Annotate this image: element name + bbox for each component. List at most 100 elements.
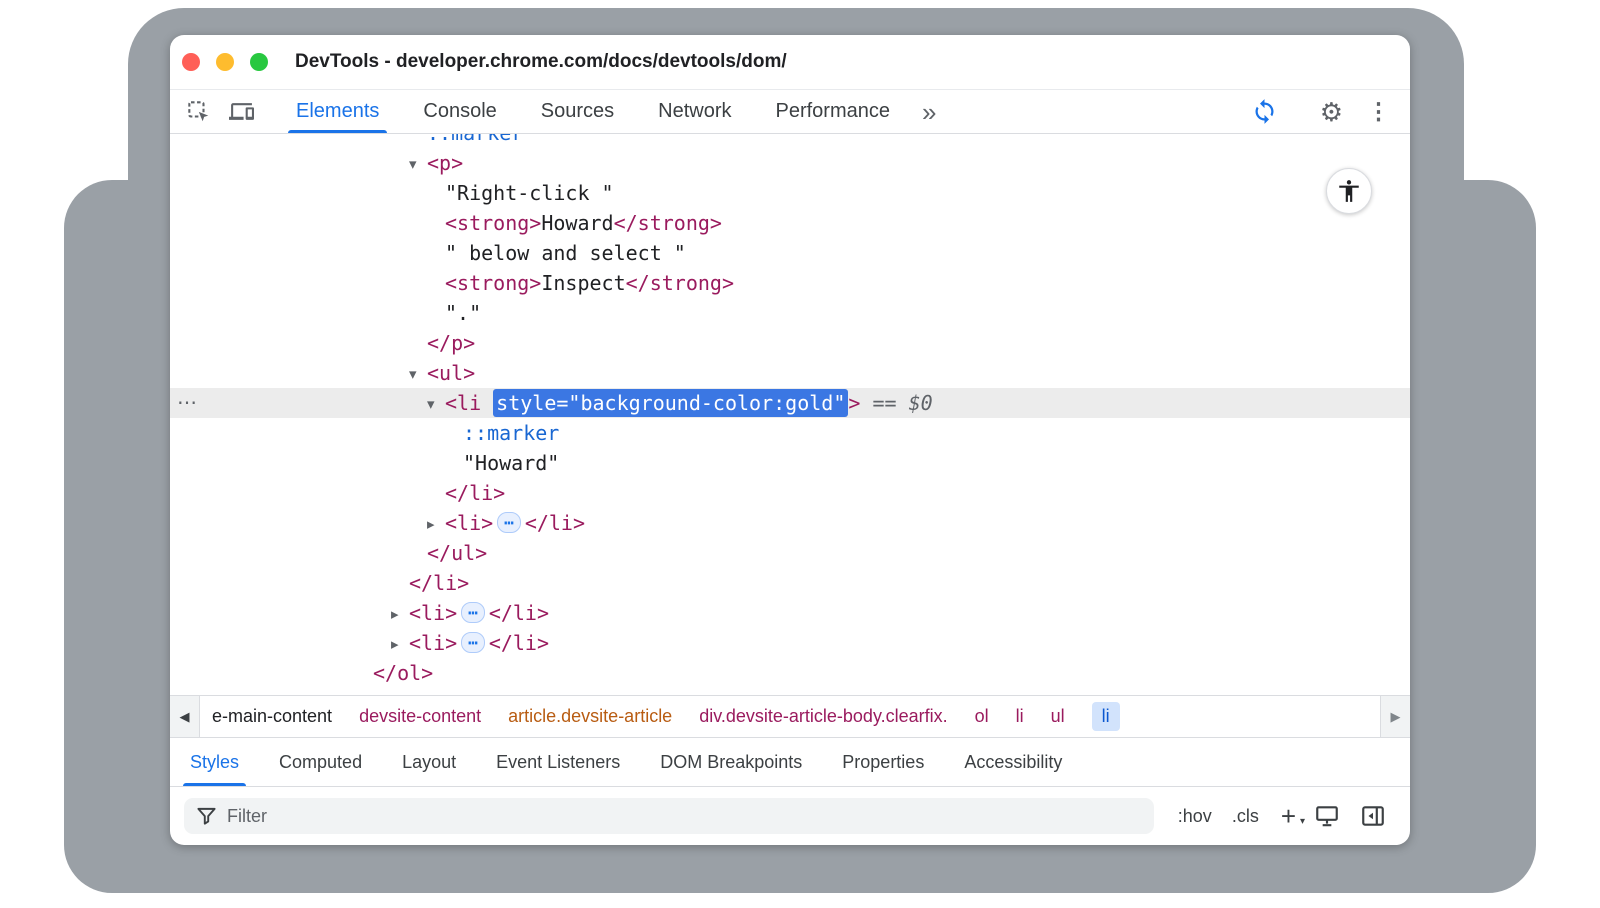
tab-dom-breakpoints[interactable]: DOM Breakpoints	[653, 738, 809, 786]
plus-caret-icon: ▾	[1300, 817, 1305, 827]
settings-gear-icon[interactable]: ⚙	[1320, 99, 1343, 125]
tab-computed[interactable]: Computed	[272, 738, 369, 786]
element-classes-button[interactable]: .cls	[1232, 806, 1259, 827]
dom-tag: <li>	[409, 601, 457, 625]
tab-properties[interactable]: Properties	[835, 738, 931, 786]
dom-node-line[interactable]: ▾<ul>	[170, 358, 1410, 388]
dom-node-line[interactable]: <strong>Howard</strong>	[170, 208, 1410, 238]
dom-tag: </li>	[525, 511, 585, 535]
breadcrumb-item-ol[interactable]: ol	[975, 706, 989, 727]
maximize-window-button[interactable]	[250, 53, 268, 71]
breadcrumb-item-e-main-content[interactable]: e-main-content	[212, 706, 332, 727]
toolbar-right: ⚙ ⋮	[1251, 98, 1410, 125]
breadcrumb-item-ul[interactable]: ul	[1051, 706, 1065, 727]
breadcrumb-item-devsite-content[interactable]: devsite-content	[359, 706, 481, 727]
dom-node-line[interactable]: </ol>	[170, 658, 1410, 688]
dom-tag: >	[848, 391, 860, 415]
dom-node-line[interactable]: ▾<p>	[170, 148, 1410, 178]
dom-tag: <li>	[445, 511, 493, 535]
expander-right-icon[interactable]: ▸	[427, 510, 445, 540]
page: DevTools - developer.chrome.com/docs/dev…	[0, 0, 1600, 908]
children-ellipsis-button[interactable]: ⋯	[461, 602, 485, 623]
filter-field	[184, 798, 1154, 834]
breadcrumb-scroll-right-icon[interactable]: ▶	[1380, 696, 1410, 737]
breadcrumb-item-div-devsite-article-body-clearfix-[interactable]: div.devsite-article-body.clearfix.	[699, 706, 947, 727]
dom-node-line[interactable]: <strong>Inspect</strong>	[170, 268, 1410, 298]
dom-node-line[interactable]: ▸<li>⋯</li>	[170, 628, 1410, 658]
dom-text: " below and select "	[445, 241, 686, 265]
dom-tag: <li	[445, 391, 493, 415]
dom-tag: </li>	[409, 571, 469, 595]
tab-styles[interactable]: Styles	[183, 738, 246, 786]
dom-node-line[interactable]: ::marker	[170, 134, 1410, 148]
dom-tag: </li>	[489, 631, 549, 655]
dom-node-line[interactable]: " below and select "	[170, 238, 1410, 268]
dom-node-line[interactable]: "Right-click "	[170, 178, 1410, 208]
dom-node-line[interactable]: </ul>	[170, 538, 1410, 568]
toggle-element-state-button[interactable]: :hov	[1178, 806, 1212, 827]
dom-node-line[interactable]: "Howard"	[170, 448, 1410, 478]
dom-node-line[interactable]: </p>	[170, 328, 1410, 358]
sync-icon[interactable]	[1251, 98, 1278, 125]
dom-tag: </strong>	[614, 211, 722, 235]
breadcrumb-item-li[interactable]: li	[1092, 702, 1120, 731]
expander-down-icon[interactable]: ▾	[427, 390, 445, 420]
tab-layout[interactable]: Layout	[395, 738, 463, 786]
toggle-sidebar-icon[interactable]	[1360, 803, 1386, 829]
breadcrumb: ◀ e-main-content devsite-content article.d…	[170, 695, 1410, 737]
dom-tag: </p>	[427, 331, 475, 355]
dom-tag: </li>	[489, 601, 549, 625]
dom-node-line[interactable]: ▸<li>⋯</li>	[170, 598, 1410, 628]
dom-tag: <strong>	[445, 211, 541, 235]
breadcrumb-scroll-left-icon[interactable]: ◀	[170, 696, 200, 737]
panel-tab-bar: Elements Console Sources Network Performance	[274, 90, 912, 133]
inspect-element-icon[interactable]	[186, 99, 211, 124]
dom-attr: style="background-color:gold"	[493, 389, 848, 417]
dom-node-line[interactable]: </li>	[170, 478, 1410, 508]
dom-tag: <li>	[409, 631, 457, 655]
dom-text: "Right-click "	[445, 181, 614, 205]
breadcrumb-items: e-main-content devsite-content article.dev…	[200, 696, 1132, 737]
dom-node-line[interactable]: "."	[170, 298, 1410, 328]
dom-node-line[interactable]: ⋯▾<li style="background-color:gold"> == …	[170, 388, 1410, 418]
accessibility-button[interactable]	[1326, 168, 1372, 214]
expander-down-icon[interactable]: ▾	[409, 360, 427, 390]
dom-node-line[interactable]: ::marker	[170, 418, 1410, 448]
expander-right-icon[interactable]: ▸	[391, 600, 409, 630]
filter-input[interactable]	[227, 806, 1142, 827]
tab-performance[interactable]: Performance	[768, 90, 899, 133]
tab-accessibility[interactable]: Accessibility	[957, 738, 1069, 786]
tab-network[interactable]: Network	[650, 90, 739, 133]
expander-right-icon[interactable]: ▸	[391, 630, 409, 660]
breadcrumb-item-li[interactable]: li	[1016, 706, 1024, 727]
breadcrumb-item-article-devsite-article[interactable]: article.devsite-article	[508, 706, 672, 727]
dom-node-line[interactable]: </li>	[170, 568, 1410, 598]
device-toolbar-icon[interactable]	[229, 99, 254, 124]
accessibility-person-icon	[1336, 178, 1362, 204]
rendering-monitor-icon[interactable]	[1314, 803, 1340, 829]
tab-event-listeners[interactable]: Event Listeners	[489, 738, 627, 786]
dom-tag: <ul>	[427, 361, 475, 385]
dom-eq: ==	[860, 391, 908, 415]
sidebar-tab-bar: Styles Computed Layout Event Listeners DOM B…	[170, 737, 1410, 786]
tab-elements[interactable]: Elements	[288, 90, 387, 133]
close-window-button[interactable]	[182, 53, 200, 71]
tab-sources[interactable]: Sources	[533, 90, 622, 133]
dom-tree-panel: ::marker▾<p>"Right-click "<strong>Howard…	[170, 134, 1410, 695]
node-options-icon[interactable]: ⋯	[177, 388, 197, 418]
more-panels-icon[interactable]: »	[922, 99, 936, 125]
new-style-rule-button[interactable]: + ▾	[1281, 803, 1296, 829]
dom-tag: <p>	[427, 151, 463, 175]
tab-console[interactable]: Console	[415, 90, 504, 133]
dom-node-line[interactable]: ▸<li>⋯</li>	[170, 508, 1410, 538]
filter-funnel-icon	[196, 806, 217, 827]
children-ellipsis-button[interactable]: ⋯	[461, 632, 485, 653]
children-ellipsis-button[interactable]: ⋯	[497, 512, 521, 533]
minimize-window-button[interactable]	[216, 53, 234, 71]
dom-marker: ::marker	[463, 421, 559, 445]
dom-text: "Howard"	[463, 451, 559, 475]
kebab-menu-icon[interactable]: ⋮	[1367, 100, 1390, 123]
titlebar: DevTools - developer.chrome.com/docs/dev…	[170, 35, 1410, 90]
expander-down-icon[interactable]: ▾	[409, 150, 427, 180]
dom-tag: </ul>	[427, 541, 487, 565]
